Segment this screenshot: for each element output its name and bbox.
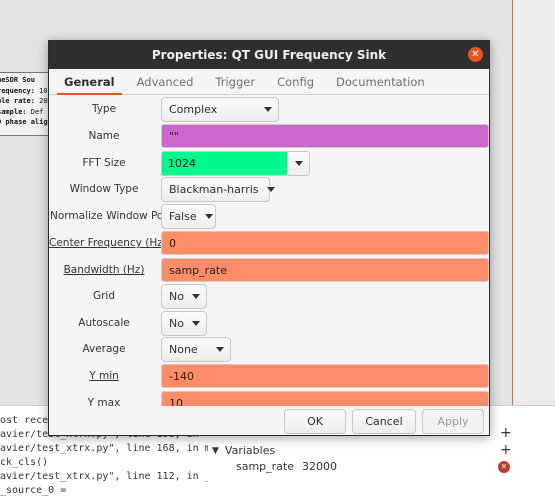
normalize-dropdown[interactable]: False [161, 203, 216, 229]
param-label: Grid [92, 290, 116, 302]
tab-bar: General Advanced Trigger Config Document… [49, 69, 489, 95]
param-label: Type [91, 103, 117, 115]
y-max-input[interactable]: 10 [161, 391, 489, 406]
chevron-down-icon [204, 213, 213, 219]
param-label: Average [82, 343, 126, 355]
fft-size-input[interactable]: 1024 [161, 150, 288, 176]
block-param-line: requency: 10 [0, 86, 48, 95]
param-row-y-min: Y min -140 [49, 363, 489, 389]
chevron-down-icon [266, 186, 275, 192]
expander-caret-icon[interactable]: ▼ [212, 446, 219, 456]
chevron-down-icon [192, 320, 200, 326]
tab-advanced[interactable]: Advanced [126, 69, 205, 94]
autoscale-dropdown[interactable]: No [161, 310, 207, 336]
cancel-button[interactable]: Cancel [352, 408, 416, 434]
add-icon[interactable]: + [500, 426, 512, 440]
param-label: Center Frequency (Hz) [49, 237, 167, 249]
param-row-grid: Grid No [49, 283, 489, 309]
remove-variable-icon[interactable]: ✕ [498, 461, 510, 473]
bandwidth-input[interactable]: samp_rate [161, 258, 489, 282]
variable-name: samp_rate [236, 460, 295, 473]
dialog-button-bar: OK Cancel Apply [49, 406, 489, 435]
param-label: Normalize Window Power [50, 210, 183, 222]
average-dropdown[interactable]: None [161, 336, 231, 362]
chevron-down-icon [294, 160, 303, 166]
param-row-window-type: Window Type Blackman-harris [49, 176, 489, 202]
dropdown-value: None [169, 342, 198, 356]
close-icon[interactable]: ✕ [468, 47, 483, 62]
param-label: Y min [89, 370, 119, 382]
block-param-line: D phase alig [0, 118, 48, 126]
chevron-down-icon [192, 293, 200, 299]
tab-general[interactable]: General [53, 69, 126, 95]
dropdown-value: False [169, 209, 197, 223]
dropdown-value: No [169, 289, 184, 303]
add-variable-icon[interactable]: + [500, 443, 512, 457]
dropdown-value: Blackman-harris [169, 182, 259, 196]
fft-size-dropdown-button[interactable] [288, 150, 310, 176]
y-min-input[interactable]: -140 [161, 364, 489, 388]
param-label: Name [88, 130, 120, 142]
param-label: Autoscale [78, 317, 130, 329]
param-row-fft-size: FFT Size 1024 [49, 150, 489, 176]
variables-header-label: Variables [224, 444, 276, 457]
param-label: Bandwidth (Hz) [63, 264, 145, 276]
param-label: Window Type [69, 183, 139, 195]
dropdown-value: No [169, 316, 184, 330]
properties-form[interactable]: Type Complex Name "" FFT Size 1024 Windo… [49, 95, 489, 406]
dropdown-value: Complex [169, 102, 218, 116]
chevron-down-icon [264, 106, 272, 112]
center-frequency-input[interactable]: 0 [161, 231, 489, 255]
console-line: avier/test_xtrx.py", line 168, in main [0, 443, 208, 454]
param-row-bandwidth: Bandwidth (Hz) samp_rate [49, 257, 489, 283]
variables-header[interactable]: ▼ Variables [212, 444, 275, 457]
tab-config[interactable]: Config [266, 69, 325, 94]
dialog-title: Properties: QT GUI Frequency Sink [151, 47, 387, 62]
block-library-panel [512, 0, 555, 405]
console-line: _source_0 = [0, 485, 67, 496]
tab-trigger[interactable]: Trigger [204, 69, 266, 94]
param-row-name: Name "" [49, 123, 489, 149]
variable-value: 32000 [302, 460, 338, 473]
block-title: meSDR Sou [0, 76, 35, 84]
param-label: Y max [87, 397, 121, 406]
window-type-dropdown[interactable]: Blackman-harris [161, 176, 275, 202]
param-row-y-max: Y max 10 [49, 390, 489, 406]
console-line: ck_cls() [0, 457, 49, 468]
block-param-line: ple rate: 20M [0, 97, 52, 105]
console-line: avier/test_xtrx.py", line 112, in __init… [0, 471, 208, 482]
fft-size-combo[interactable]: 1024 [161, 150, 310, 176]
properties-dialog: Properties: QT GUI Frequency Sink ✕ Gene… [48, 40, 490, 436]
param-row-normalize: Normalize Window Power False [49, 203, 489, 229]
apply-button[interactable]: Apply [422, 408, 484, 434]
variable-row[interactable]: samp_rate 32000 [236, 460, 337, 473]
param-row-average: Average None [49, 336, 489, 362]
block-param-line: sample: Def [0, 107, 44, 116]
chevron-down-icon [216, 346, 224, 352]
param-row-type: Type Complex [49, 96, 489, 122]
flowgraph-block-source[interactable]: meSDR Sou requency: 10 ple rate: 20M sam… [0, 72, 52, 136]
param-row-center-frequency: Center Frequency (Hz) 0 [49, 230, 489, 256]
type-dropdown[interactable]: Complex [161, 96, 279, 122]
grid-dropdown[interactable]: No [161, 283, 207, 309]
dialog-titlebar[interactable]: Properties: QT GUI Frequency Sink ✕ [49, 40, 489, 69]
ok-button[interactable]: OK [284, 408, 346, 434]
param-row-autoscale: Autoscale No [49, 310, 489, 336]
tab-documentation[interactable]: Documentation [325, 69, 436, 94]
name-input[interactable]: "" [161, 124, 489, 148]
param-label: FFT Size [82, 157, 126, 169]
